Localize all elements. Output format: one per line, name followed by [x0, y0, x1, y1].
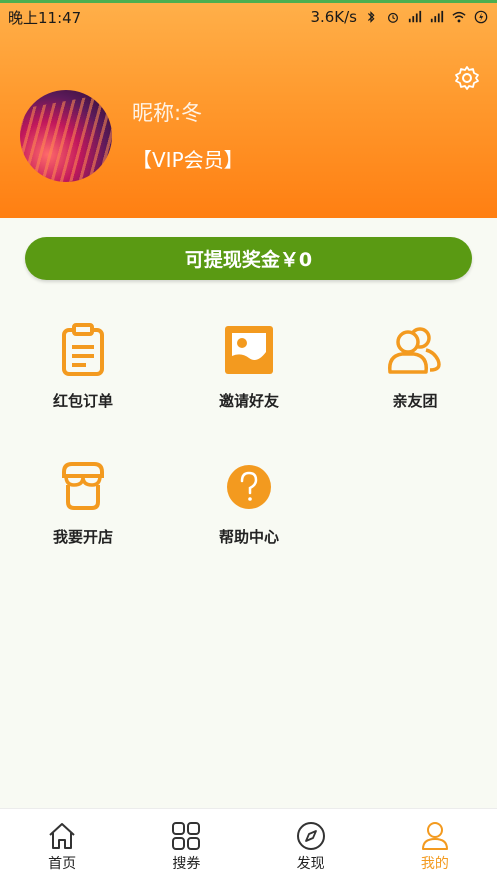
status-speed: 3.6K/s — [310, 8, 357, 26]
menu-item-help-center[interactable]: 帮助中心 — [184, 458, 314, 568]
menu-item-label: 亲友团 — [392, 392, 438, 410]
menu-item-friends-group[interactable]: 亲友团 — [350, 322, 480, 432]
menu-item-label: 红包订单 — [52, 392, 113, 410]
hd-signal-icon — [408, 10, 422, 23]
withdraw-bonus-button[interactable]: 可提现奖金￥0 — [25, 237, 472, 280]
clipboard-icon — [62, 323, 104, 376]
menu-item-label: 我要开店 — [52, 528, 113, 546]
alarm-icon — [388, 12, 398, 23]
tab-label: 首页 — [48, 856, 77, 872]
tab-label: 搜券 — [172, 856, 201, 872]
compass-icon — [296, 822, 325, 850]
tab-search-coupons[interactable]: 搜券 — [124, 809, 248, 883]
store-icon — [62, 462, 104, 510]
tab-label: 发现 — [296, 856, 325, 872]
tab-mine[interactable]: 我的 — [373, 809, 497, 883]
bluetooth-icon — [367, 11, 375, 23]
user-icon — [421, 822, 448, 850]
avatar[interactable] — [20, 90, 112, 182]
menu-item-invite-friends[interactable]: 邀请好友 — [184, 322, 314, 432]
membership-badge: 【VIP会员】 — [132, 148, 244, 172]
menu-item-red-packet-orders[interactable]: 红包订单 — [18, 322, 148, 432]
nickname: 昵称:冬 — [132, 101, 203, 125]
grid-icon — [172, 822, 201, 850]
wifi-icon — [452, 11, 466, 23]
tab-label: 我的 — [420, 856, 449, 872]
settings-gear-icon[interactable] — [453, 64, 481, 92]
menu-item-open-store[interactable]: 我要开店 — [18, 458, 148, 568]
home-icon — [49, 823, 75, 849]
tab-discover[interactable]: 发现 — [249, 809, 373, 883]
cell-signal-icon — [430, 10, 444, 23]
menu-item-label: 帮助中心 — [218, 528, 279, 546]
status-time: 晚上11:47 — [8, 8, 82, 27]
tab-home[interactable]: 首页 — [0, 809, 124, 883]
group-icon — [388, 327, 441, 374]
status-bar: 晚上11:47 3.6K/s — [0, 3, 497, 31]
menu-item-label: 邀请好友 — [218, 392, 279, 410]
image-icon — [225, 326, 273, 374]
battery-charging-icon — [474, 10, 488, 24]
bottom-tab-bar: 首页 搜券 发现 我的 — [0, 808, 497, 883]
help-icon — [227, 465, 271, 509]
